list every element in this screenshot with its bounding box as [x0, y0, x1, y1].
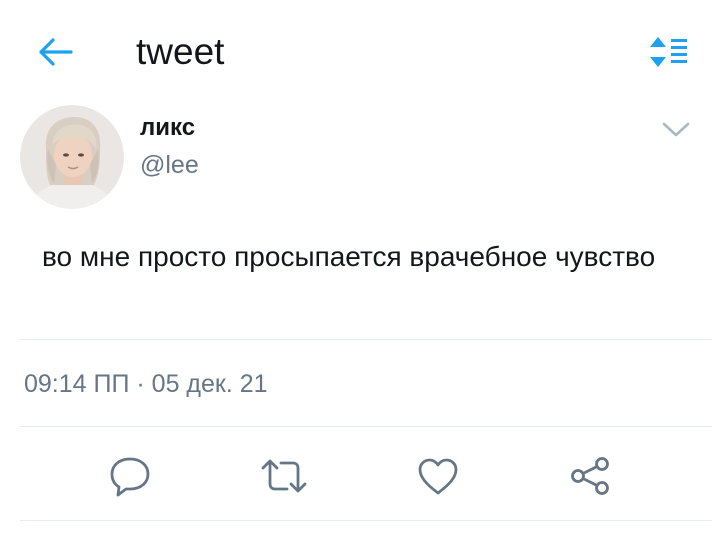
avatar[interactable]	[20, 105, 124, 209]
page-title: tweet	[136, 31, 225, 72]
reply-button[interactable]	[102, 452, 158, 500]
sort-list-icon	[648, 35, 688, 69]
divider	[20, 520, 712, 521]
more-options-button[interactable]	[656, 112, 696, 148]
share-button[interactable]	[562, 452, 618, 500]
back-button[interactable]	[30, 30, 80, 74]
share-icon	[568, 455, 612, 497]
speech-bubble-icon	[108, 455, 152, 497]
chevron-down-icon	[662, 121, 690, 139]
sort-button[interactable]	[640, 30, 696, 74]
like-button[interactable]	[410, 452, 466, 500]
header-bar: tweet	[0, 0, 720, 104]
tweet-text: во мне просто просыпается врачебное чувс…	[42, 241, 656, 272]
author-display-name[interactable]: ликс	[140, 114, 195, 142]
tweet-timestamp: 09:14 ПП · 05 дек. 21	[24, 370, 268, 398]
divider	[20, 339, 712, 340]
heart-icon	[416, 456, 460, 496]
author-handle[interactable]: @lee	[140, 150, 199, 180]
retweet-icon	[259, 456, 309, 496]
arrow-left-icon	[35, 36, 75, 68]
divider	[20, 426, 712, 427]
retweet-button[interactable]	[256, 452, 312, 500]
action-bar	[0, 440, 720, 512]
